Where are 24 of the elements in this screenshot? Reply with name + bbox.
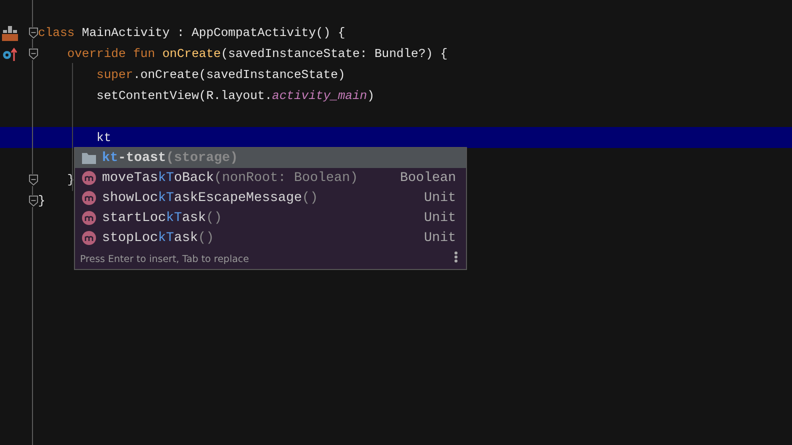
method-icon [81,190,97,206]
fold-icon[interactable] [29,26,38,38]
code-line: } [38,194,46,208]
fold-icon[interactable] [29,174,38,186]
completion-item[interactable]: moveTaskToBack(nonRoot: Boolean) Boolean [75,168,466,188]
fold-icon[interactable] [29,48,38,60]
code-line: override fun onCreate(savedInstanceState: Bundle?) { [67,46,448,60]
code-line: class MainActivity : AppCompatActivity() { [38,26,346,40]
hint-text: Press Enter to insert, Tab to replace [80,254,249,265]
completion-item[interactable]: showLockTaskEscapeMessage() Unit [75,188,466,208]
class-icon[interactable] [2,24,18,40]
completion-item[interactable]: startLockTask() Unit [75,208,466,228]
more-options-icon[interactable] [454,251,458,263]
method-icon [81,170,97,186]
code-line: setContentView(R.layout.activity_main) [96,88,374,102]
code-line: super.onCreate(savedInstanceState) [96,68,346,82]
folder-icon [81,150,97,166]
method-icon [81,210,97,226]
fold-icon[interactable] [29,194,38,206]
completion-item[interactable]: stopLockTask() Unit [75,228,466,248]
method-icon [81,230,97,246]
override-icon[interactable] [2,46,18,62]
code-line: kt [96,130,112,144]
completion-item[interactable]: kt-toast(storage) [75,148,466,168]
